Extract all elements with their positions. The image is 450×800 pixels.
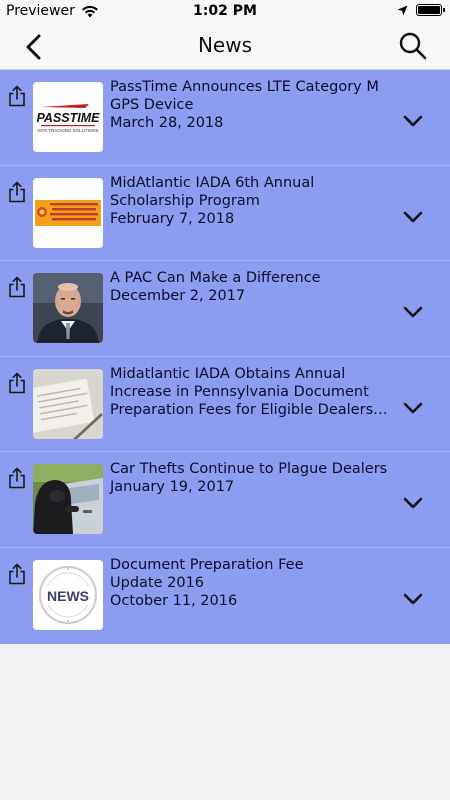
svg-text:PASSTIME: PASSTIME xyxy=(37,111,101,125)
svg-text:NEWS: NEWS xyxy=(47,588,89,604)
documents-photo xyxy=(33,368,103,439)
news-thumbnail xyxy=(33,273,103,344)
news-list: PASSTIME GPS TRACKING SOLUTIONS PassTime… xyxy=(0,70,450,644)
news-text: PassTime Announces LTE Category M GPS De… xyxy=(110,78,395,132)
news-title: A PAC Can Make a Difference xyxy=(110,270,321,287)
chevron-down-icon[interactable] xyxy=(402,210,424,224)
page-title: News xyxy=(197,33,253,57)
news-item[interactable]: NEWS Document Preparation Fee Update 201… xyxy=(0,548,450,644)
share-icon[interactable] xyxy=(7,180,27,204)
car-thief-photo xyxy=(33,464,103,535)
status-bar: Previewer 1:02 PM xyxy=(0,0,450,24)
battery-icon xyxy=(416,4,445,16)
chevron-down-icon[interactable] xyxy=(402,496,424,510)
share-icon[interactable] xyxy=(7,84,27,108)
passtime-logo: PASSTIME GPS TRACKING SOLUTIONS xyxy=(33,82,103,152)
news-date: October 11, 2016 xyxy=(110,592,238,609)
news-date: January 19, 2017 xyxy=(110,479,235,496)
news-item[interactable]: Midatlantic IADA Obtains Annual Increase… xyxy=(0,357,450,453)
news-item[interactable]: Car Thefts Continue to Plague Dealers Ja… xyxy=(0,452,450,548)
share-icon[interactable] xyxy=(7,466,27,490)
status-right xyxy=(397,4,445,16)
news-item[interactable]: PASSTIME GPS TRACKING SOLUTIONS PassTime… xyxy=(0,70,450,166)
status-time: 1:02 PM xyxy=(193,3,257,19)
navigation-bar: News xyxy=(0,24,450,70)
svg-text:GPS TRACKING SOLUTIONS: GPS TRACKING SOLUTIONS xyxy=(37,128,98,133)
news-date: February 7, 2018 xyxy=(110,210,235,227)
news-title: Midatlantic IADA Obtains Annual Increase… xyxy=(110,365,388,418)
news-title: MidAtlantic IADA 6th Annual Scholarship … xyxy=(110,174,315,209)
news-text: A PAC Can Make a Difference December 2, … xyxy=(110,269,395,305)
news-title: PassTime Announces LTE Category M GPS De… xyxy=(110,79,379,113)
share-icon[interactable] xyxy=(7,562,27,586)
chevron-down-icon[interactable] xyxy=(402,592,424,606)
news-text: Car Thefts Continue to Plague Dealers Ja… xyxy=(110,460,395,496)
search-button[interactable] xyxy=(398,31,428,61)
news-item[interactable]: A PAC Can Make a Difference December 2, … xyxy=(0,261,450,357)
news-text: Midatlantic IADA Obtains Annual Increase… xyxy=(110,365,395,419)
news-text: Document Preparation Fee Update 2016 Oct… xyxy=(110,556,395,610)
news-thumbnail: NEWS xyxy=(33,559,103,630)
news-thumbnail xyxy=(33,368,103,439)
location-arrow-icon xyxy=(397,5,408,15)
chevron-down-icon[interactable] xyxy=(402,114,424,128)
scholarship-banner-image xyxy=(33,177,103,248)
news-date: December 2, 2017 xyxy=(110,288,246,305)
battery-level xyxy=(418,6,440,14)
news-thumbnail: PASSTIME GPS TRACKING SOLUTIONS xyxy=(33,82,103,152)
news-title: Car Thefts Continue to Plague Dealers xyxy=(110,461,388,478)
chevron-down-icon[interactable] xyxy=(402,305,424,319)
news-title: Document Preparation Fee Update 2016 xyxy=(110,556,304,591)
news-text: MidAtlantic IADA 6th Annual Scholarship … xyxy=(110,174,395,228)
news-item[interactable]: MidAtlantic IADA 6th Annual Scholarship … xyxy=(0,166,450,262)
search-icon xyxy=(399,32,427,60)
share-icon[interactable] xyxy=(7,275,27,299)
share-icon[interactable] xyxy=(7,371,27,395)
news-seal-logo: NEWS xyxy=(33,559,103,630)
news-thumbnail xyxy=(33,464,103,535)
news-date: March 28, 2018 xyxy=(110,115,224,131)
chevron-down-icon[interactable] xyxy=(402,401,424,415)
portrait-photo xyxy=(33,273,103,344)
news-thumbnail xyxy=(33,177,103,248)
